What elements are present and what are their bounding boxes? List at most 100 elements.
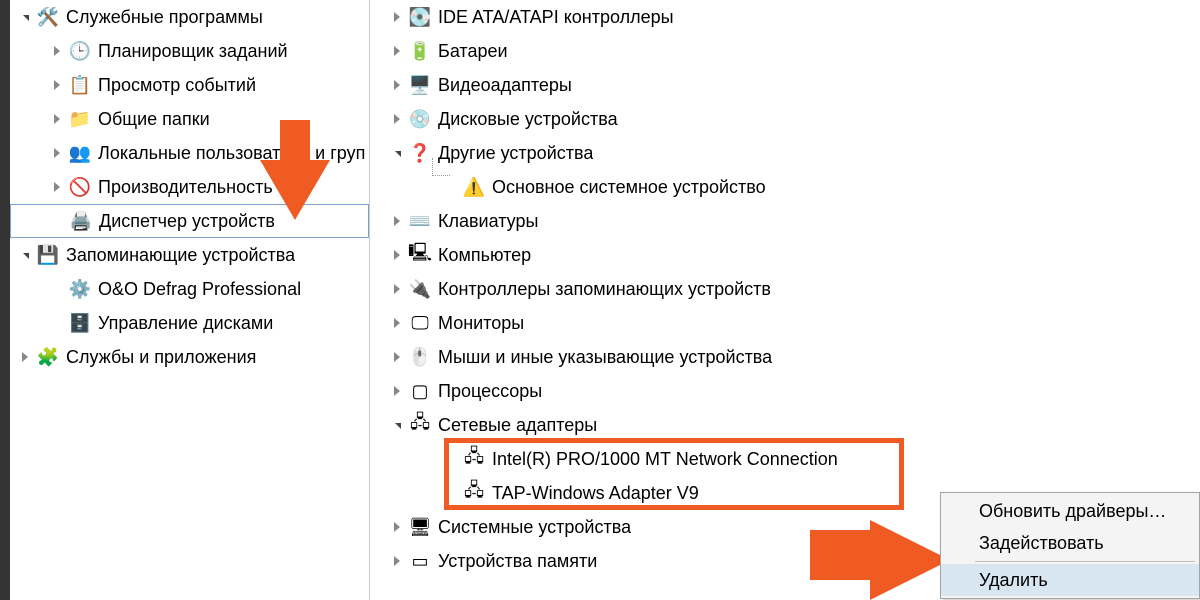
net-icon: 🖧 [408,413,432,437]
nic-icon: 🖧 [462,447,486,471]
device-category-cpu[interactable]: ▢ Процессоры [370,374,1200,408]
tree-node-shared-folders[interactable]: 📁 Общие папки [10,102,369,136]
tree-label: Клавиатуры [438,211,538,232]
tree-node-event-viewer[interactable]: 📋 Просмотр событий [10,68,369,102]
memory-icon: ▭ [408,549,432,573]
tree-node-local-users[interactable]: 👥 Локальные пользователи и группы [10,136,369,170]
nic-icon: 🖧 [462,481,486,505]
expander-icon[interactable] [50,78,64,92]
ctx-label: Удалить [979,570,1048,591]
folders-icon: 📁 [68,107,92,131]
tree-label: Батареи [438,41,508,62]
tree-label: Видеоадаптеры [438,75,572,96]
tree-node-performance[interactable]: 🚫 Производительность [10,170,369,204]
expander-icon[interactable] [390,282,404,296]
expander-icon[interactable] [390,214,404,228]
tree-label: Устройства памяти [438,551,597,572]
device-category-display[interactable]: 🖥️ Видеоадаптеры [370,68,1200,102]
expander-icon[interactable] [18,10,32,24]
spacer [51,214,65,228]
tools-icon: 🛠️ [36,5,60,29]
device-item-intel-nic[interactable]: 🖧 Intel(R) PRO/1000 MT Network Connectio… [370,442,1200,476]
battery-icon: 🔋 [408,39,432,63]
ctx-enable[interactable]: Задействовать [941,527,1199,559]
tree-node-task-scheduler[interactable]: 🕒 Планировщик заданий [10,34,369,68]
tree-label: Службы и приложения [66,347,256,368]
device-manager-tree: 💽 IDE ATA/ATAPI контроллеры 🔋 Батареи 🖥️… [370,0,1200,600]
system-icon: 🖥 [408,515,432,539]
tree-label: Служебные программы [66,7,263,28]
tree-label: IDE ATA/ATAPI контроллеры [438,7,674,28]
tree-node-disk-mgmt[interactable]: 🗄️ Управление дисками [10,306,369,340]
disk-icon: 🗄️ [68,311,92,335]
device-category-mice[interactable]: 🖱️ Мыши и иные указывающие устройства [370,340,1200,374]
device-category-other[interactable]: ❓ Другие устройства [370,136,1200,170]
expander-icon[interactable] [390,112,404,126]
expander-icon[interactable] [390,316,404,330]
keyboard-icon: ⌨️ [408,209,432,233]
expander-icon[interactable] [390,10,404,24]
expander-icon[interactable] [390,418,404,432]
services-icon: 🧩 [36,345,60,369]
tree-label: Сетевые адаптеры [438,415,597,436]
tree-label: Контроллеры запоминающих устройств [438,279,771,300]
eventlog-icon: 📋 [68,73,92,97]
expander-icon[interactable] [50,146,64,160]
defrag-icon: ⚙️ [68,277,92,301]
device-category-network[interactable]: 🖧 Сетевые адаптеры [370,408,1200,442]
expander-icon[interactable] [18,350,32,364]
expander-icon[interactable] [18,248,32,262]
tree-label: Локальные пользователи и группы [98,143,365,164]
tree-label: Компьютер [438,245,531,266]
ctx-update-drivers[interactable]: Обновить драйверы… [941,495,1199,527]
perf-icon: 🚫 [68,175,92,199]
users-icon: 👥 [68,141,92,165]
tree-label: Процессоры [438,381,542,402]
tree-node-storage[interactable]: 💾 Запоминающие устройства [10,238,369,272]
context-menu: Обновить драйверы… Задействовать Удалить [940,492,1200,599]
device-category-monitors[interactable]: 🖵 Мониторы [370,306,1200,340]
tree-label: Дисковые устройства [438,109,618,130]
device-category-keyboards[interactable]: ⌨️ Клавиатуры [370,204,1200,238]
device-category-batteries[interactable]: 🔋 Батареи [370,34,1200,68]
tree-label: Другие устройства [438,143,593,164]
tree-node-utilities[interactable]: 🛠️ Служебные программы [10,0,369,34]
window: 🛠️ Служебные программы 🕒 Планировщик зад… [0,0,1200,600]
expander-icon[interactable] [390,44,404,58]
ctx-label: Обновить драйверы… [979,501,1166,522]
tree-label: Основное системное устройство [492,177,766,198]
device-category-storage-controllers[interactable]: 🔌 Контроллеры запоминающих устройств [370,272,1200,306]
tree-label: Диспетчер устройств [99,211,275,232]
monitor-icon: 🖵 [408,311,432,335]
expander-icon[interactable] [390,78,404,92]
tree-label: Запоминающие устройства [66,245,295,266]
tree-node-services[interactable]: 🧩 Службы и приложения [10,340,369,374]
mouse-icon: 🖱️ [408,345,432,369]
expander-icon[interactable] [390,146,404,160]
expander-icon[interactable] [390,520,404,534]
expander-icon[interactable] [50,112,64,126]
expander-icon[interactable] [390,384,404,398]
expander-icon[interactable] [390,350,404,364]
tree-node-device-manager[interactable]: 🖨️ Диспетчер устройств [10,204,369,238]
warn-icon: ⚠️ [462,175,486,199]
expander-icon[interactable] [390,554,404,568]
device-category-ide[interactable]: 💽 IDE ATA/ATAPI контроллеры [370,0,1200,34]
tree-label: Intel(R) PRO/1000 MT Network Connection [492,449,838,470]
tree-label: Мыши и иные указывающие устройства [438,347,772,368]
device-category-computer[interactable]: 🖳 Компьютер [370,238,1200,272]
tree-label: Производительность [98,177,273,198]
device-item-base-system[interactable]: ⚠️ Основное системное устройство [370,170,1200,204]
expander-icon[interactable] [390,248,404,262]
expander-icon[interactable] [50,180,64,194]
cpu-icon: ▢ [408,379,432,403]
tree-node-defrag[interactable]: ⚙️ O&O Defrag Professional [10,272,369,306]
clock-icon: 🕒 [68,39,92,63]
expander-icon[interactable] [50,44,64,58]
storage-icon: 💾 [36,243,60,267]
spacer [50,316,64,330]
computer-icon: 🖳 [408,243,432,267]
ctx-label: Задействовать [979,533,1104,554]
device-category-drives[interactable]: 💿 Дисковые устройства [370,102,1200,136]
ctx-uninstall[interactable]: Удалить [941,564,1199,596]
